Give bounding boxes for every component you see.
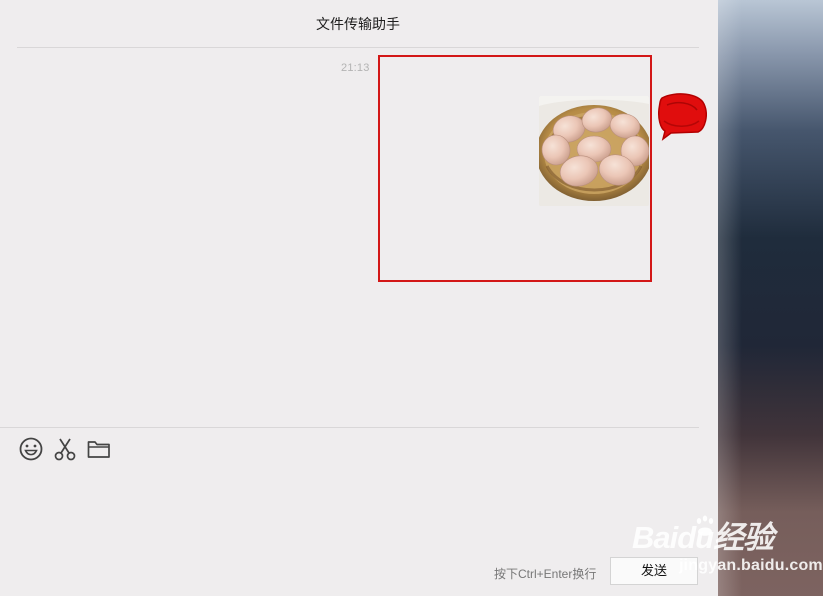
message-area[interactable]: 21:13 xyxy=(0,48,718,427)
compose-divider xyxy=(0,427,699,428)
chat-title: 文件传输助手 xyxy=(316,16,400,32)
egg-basket-image-message[interactable] xyxy=(539,96,649,206)
desktop-backdrop xyxy=(718,0,823,596)
egg-basket-photo xyxy=(539,96,649,206)
paw-icon xyxy=(693,514,717,538)
compose-toolbar xyxy=(18,436,118,462)
redacted-avatar-icon xyxy=(658,93,707,141)
scissors-icon[interactable] xyxy=(52,436,78,462)
message-timestamp: 21:13 xyxy=(341,62,370,74)
watermark-site: jingyan.baidu.com xyxy=(679,557,823,574)
chat-header: 文件传输助手 xyxy=(17,0,699,48)
watermark: Baidu经验 jingyan.baidu.com xyxy=(632,512,823,582)
avatar[interactable] xyxy=(655,93,707,141)
send-hint: 按下Ctrl+Enter换行 xyxy=(494,567,597,581)
message-input[interactable] xyxy=(18,470,698,552)
chat-window: 文件传输助手 21:13 按下Ctrl+Enter换行 发送 xyxy=(0,0,718,596)
smiley-icon[interactable] xyxy=(18,436,44,462)
folder-icon[interactable] xyxy=(86,436,112,462)
